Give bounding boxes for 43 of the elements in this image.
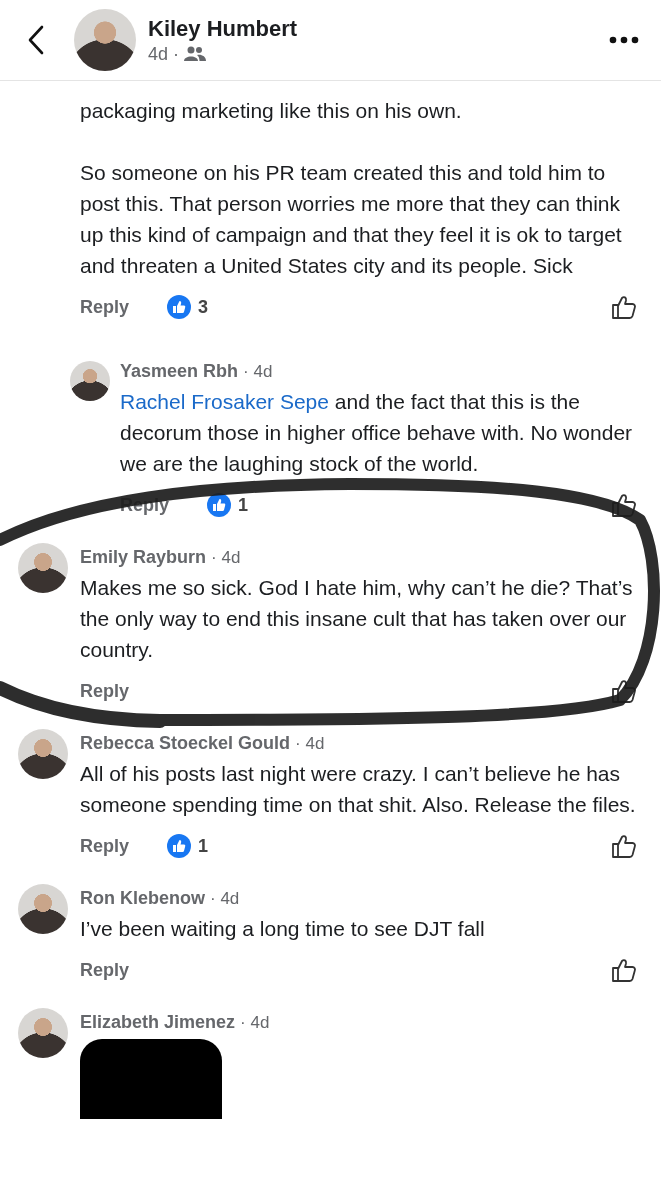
like-icon[interactable] [611,678,637,704]
reply-link[interactable]: Reply [80,835,130,857]
more-icon[interactable] [609,36,639,44]
like-count: 3 [198,296,209,318]
comment-text: I’ve been waiting a long time to see DJT fall [80,916,486,942]
avatar[interactable] [18,1008,68,1058]
like-badge-icon [167,834,192,858]
avatar[interactable] [18,543,68,593]
comment-time: · 4d [240,1013,270,1033]
separator-dot: · [173,43,180,65]
comment-text: So someone on his PR team created this and told him to post this. That person worries me more that they can think up this kind of campaign and that they feel it is ok to target and threaten a United States city and its people. Sick [80,160,623,279]
commenter-name[interactable]: Rebecca Stoeckel Gould [80,733,291,754]
like-icon[interactable] [611,492,637,518]
mention-link[interactable]: Rachel Frosaker Sepe [120,390,329,413]
like-icon[interactable] [611,957,637,983]
comment-time: · 4d [211,548,241,568]
comment-text: All of his posts last night were crazy. I can’t believe he has someone spending time on that shit. Also. Release the files. [80,761,637,818]
commenter-name[interactable]: Emily Rayburn [80,547,207,568]
commenter-name[interactable]: Yasmeen Rbh [120,361,239,382]
like-count: 1 [198,835,209,857]
author-name[interactable]: Kiley Humbert [148,15,609,42]
like-icon[interactable] [611,833,637,859]
reply-link[interactable]: Reply [80,296,130,318]
reply-link[interactable]: Reply [80,959,130,981]
reply-link[interactable]: Reply [80,680,130,702]
avatar[interactable] [18,884,68,934]
comment-time: · 4d [295,734,325,754]
post-time: 4d [148,43,169,65]
like-badge-icon [207,493,232,517]
friends-icon [184,46,207,62]
avatar[interactable] [70,361,110,401]
like-count: 1 [238,494,249,516]
commenter-name[interactable]: Elizabeth Jimenez [80,1012,236,1033]
comment-text: Makes me so sick. God I hate him, why can’t he die? That’s the only way to end this insane cult that has taken over our country. [80,575,634,663]
avatar[interactable] [18,729,68,779]
like-icon[interactable] [611,294,637,320]
comment-text: packaging marketing like this on his own. [80,98,463,124]
comment-text: Rachel Frosaker Sepe and the fact that this is the decorum those in higher office behave with. No wonder we are the laughing stock of the world. [120,389,634,477]
comment-time: · 4d [210,889,240,909]
commenter-name[interactable]: Ron Klebenow [80,888,205,909]
back-icon[interactable] [26,24,46,56]
like-badge-icon [167,295,192,319]
comment-time: · 4d [243,362,273,382]
